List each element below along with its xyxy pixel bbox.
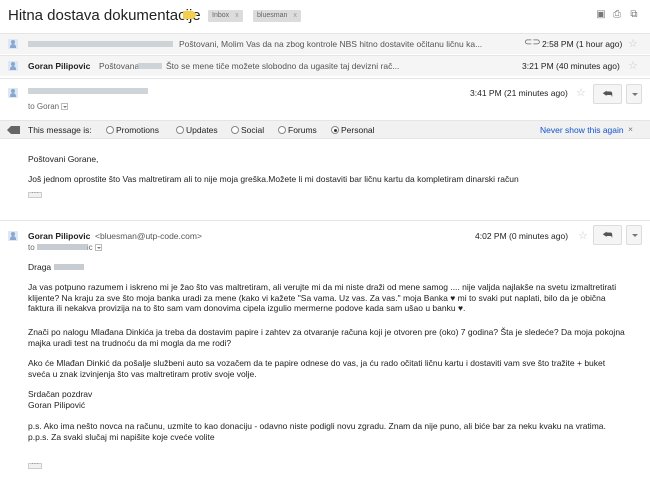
person-icon [8, 231, 18, 241]
star-icon[interactable]: ☆ [628, 37, 638, 50]
importance-marker-icon[interactable] [183, 11, 197, 19]
message-body-greeting: Poštovani Gorane, [28, 154, 99, 164]
redacted-name [138, 63, 162, 69]
greeting-text: Draga [28, 262, 52, 272]
show-trimmed-content-button[interactable] [28, 459, 42, 469]
redacted-sender [28, 41, 173, 47]
message-collapsed-2[interactable]: Goran Pilipovic Poštovana Što se mene ti… [0, 55, 650, 76]
category-option-promotions-text: Promotions [116, 125, 159, 135]
thread-subject: Hitna dostava dokumentacije [8, 7, 201, 24]
message-expanded-4-header[interactable]: Goran Pilipovic <bluesman@utp-code.com> … [0, 222, 650, 262]
new-window-icon[interactable]: ⧉ [629, 10, 639, 20]
category-option-social-text: Social [241, 125, 265, 135]
message-body-text: Još jednom oprostite što Vas maltretiram… [28, 174, 519, 184]
message-expanded-3-header[interactable]: to Goran 3:41 PM (21 minutes ago) ☆ ⮪ [0, 78, 650, 118]
radio-button-selected-icon[interactable] [331, 126, 339, 134]
label-bluesman[interactable]: bluesman x [253, 10, 301, 22]
thread-header: Hitna dostava dokumentacije Inbox x blues… [0, 0, 650, 30]
message-time: 3:21 PM (40 minutes ago) [522, 61, 620, 71]
radio-button-icon[interactable] [176, 126, 184, 134]
redacted-sender [28, 88, 148, 94]
label-inbox[interactable]: Inbox x [208, 10, 243, 22]
recipient-prefix: to [28, 243, 35, 252]
radio-button-icon[interactable] [106, 126, 114, 134]
star-icon[interactable]: ☆ [578, 229, 588, 242]
label-bluesman-text: bluesman [257, 12, 288, 19]
category-option-forums[interactable]: Forums [278, 125, 317, 135]
message-paragraph: Ako će Mlađan Dinkić da pošalje službeni… [28, 358, 606, 379]
message-snippet: Poštovani, Molim Vas da na zbog kontrole… [179, 39, 483, 49]
attachment-clip-icon: ⊂⊃ [524, 37, 541, 48]
message-time: 3:41 PM (21 minutes ago) [470, 88, 568, 98]
recipient-line[interactable]: to ic [28, 243, 102, 252]
expand-all-icon[interactable]: ▣ [596, 10, 606, 20]
print-icon[interactable]: ⎙ [612, 10, 622, 20]
category-option-updates[interactable]: Updates [176, 125, 218, 135]
details-dropdown-icon[interactable] [61, 103, 69, 111]
sender-name: Goran Pilipovic [28, 231, 91, 241]
category-option-personal-text: Personal [341, 125, 375, 135]
show-trimmed-content-button[interactable] [28, 188, 42, 198]
category-option-updates-text: Updates [186, 125, 218, 135]
sender-name: Goran Pilipovic [28, 61, 91, 71]
message-time: 2:58 PM (1 hour ago) [542, 39, 623, 49]
category-option-forums-text: Forums [288, 125, 317, 135]
redacted-recipient [36, 244, 87, 250]
label-remove-icon[interactable]: x [293, 12, 297, 19]
more-actions-button[interactable] [626, 84, 642, 104]
category-option-social[interactable]: Social [231, 125, 264, 135]
message-greeting: Draga [28, 262, 84, 273]
close-icon[interactable]: × [628, 124, 633, 134]
label-inbox-text: Inbox [212, 12, 230, 19]
reply-button[interactable]: ⮪ [593, 225, 622, 245]
postscript: p.s. Ako ima nešto novca na računu, uzmi… [28, 421, 606, 442]
category-bar: This message is: Promotions Updates Soci… [0, 120, 650, 139]
recipient-suffix: ic [86, 243, 93, 252]
category-option-personal[interactable]: Personal [331, 125, 375, 135]
label-remove-icon[interactable]: x [235, 12, 239, 19]
message-collapsed-1[interactable]: Poštovani, Molim Vas da na zbog kontrole… [0, 33, 650, 54]
recipient-text: to Goran [28, 102, 60, 111]
never-show-link[interactable]: Never show this again [540, 125, 624, 135]
message-paragraph: Ja vas potpuno razumem i iskreno mi je ž… [28, 282, 617, 313]
message-paragraph: Znači po nalogu Mlađana Dinkića ja treba… [28, 327, 625, 348]
message-time: 4:02 PM (0 minutes ago) [475, 231, 569, 241]
star-icon[interactable]: ☆ [628, 59, 638, 72]
message-divider [0, 220, 650, 221]
sender-email: <bluesman@utp-code.com> [95, 231, 202, 241]
person-icon [8, 39, 18, 49]
signature: Srdačan pozdrav Goran Pilipović [28, 389, 93, 410]
radio-button-icon[interactable] [231, 126, 239, 134]
radio-button-icon[interactable] [278, 126, 286, 134]
more-actions-button[interactable] [626, 225, 642, 245]
message-snippet: Što se mene tiče možete slobodno da ugas… [166, 61, 400, 71]
message-snippet-prefix: Poštovana [99, 61, 140, 71]
tag-icon [7, 126, 20, 134]
category-option-promotions[interactable]: Promotions [106, 125, 159, 135]
redacted-name [53, 264, 84, 270]
star-icon[interactable]: ☆ [576, 86, 586, 99]
details-dropdown-icon[interactable] [94, 244, 102, 252]
person-icon [8, 61, 18, 71]
recipient-line[interactable]: to Goran [28, 102, 69, 111]
person-icon [8, 88, 18, 98]
category-prefix: This message is: [28, 125, 92, 135]
reply-button[interactable]: ⮪ [593, 84, 622, 104]
